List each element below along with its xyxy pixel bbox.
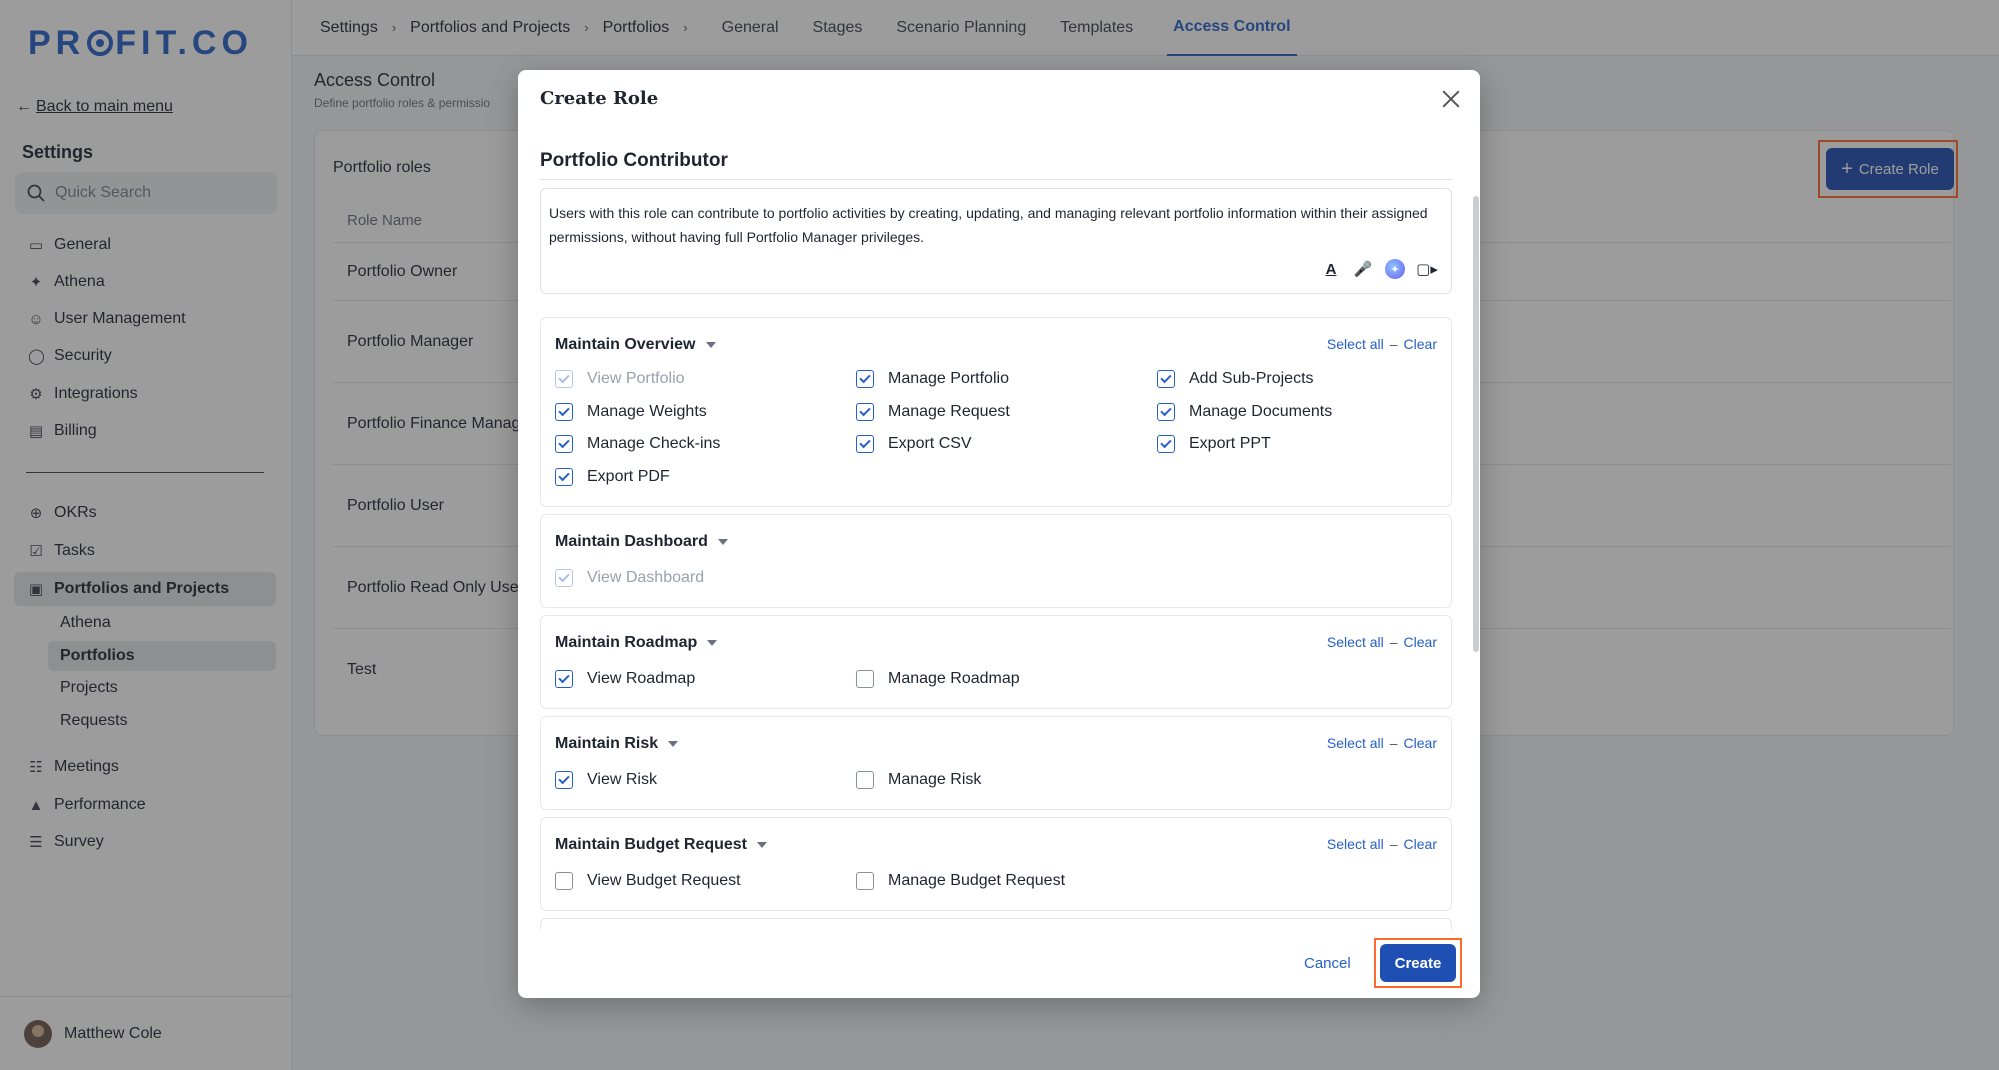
cancel-button[interactable]: Cancel — [1294, 944, 1361, 982]
checkbox — [555, 569, 573, 587]
permission-checkbox[interactable]: Manage Weights — [555, 403, 707, 421]
checkbox — [555, 370, 573, 388]
checkbox[interactable] — [555, 872, 573, 890]
select-all-link[interactable]: Select all — [1327, 634, 1384, 650]
select-all-link[interactable]: Select all — [1327, 336, 1384, 352]
create-role-dialog: Create Role Users with this role can con… — [518, 70, 1480, 998]
permission-checkbox[interactable]: View Budget Request — [555, 872, 741, 890]
section-maintain-overview: Maintain Overview Select all – Clear View … — [540, 317, 1452, 507]
caret-down-icon — [707, 640, 718, 646]
clear-link[interactable]: Clear — [1404, 735, 1437, 751]
permission-checkbox[interactable]: Manage Roadmap — [856, 670, 1020, 688]
section-next-partial — [540, 918, 1452, 930]
role-description-field[interactable]: Users with this role can contribute to p… — [540, 188, 1452, 294]
create-button[interactable]: Create — [1380, 944, 1456, 982]
permission-checkbox[interactable]: Manage Check-ins — [555, 435, 720, 453]
section-maintain-budget-request: Maintain Budget Request Select all – Clear… — [540, 817, 1452, 911]
checkbox[interactable] — [856, 670, 874, 688]
checkbox[interactable] — [555, 670, 573, 688]
permission-checkbox[interactable]: Manage Request — [856, 403, 1010, 421]
checkbox[interactable] — [856, 872, 874, 890]
dialog-footer: Cancel Create — [518, 930, 1480, 998]
permission-checkbox[interactable]: Manage Budget Request — [856, 872, 1065, 890]
checkbox[interactable] — [856, 435, 874, 453]
permission-checkbox[interactable]: Add Sub-Projects — [1157, 370, 1314, 388]
section-header[interactable]: Maintain Dashboard — [555, 533, 728, 551]
permission-checkbox[interactable]: View Roadmap — [555, 670, 695, 688]
permission-checkbox[interactable]: Export CSV — [856, 435, 972, 453]
ai-assistant-icon[interactable]: ✦ — [1385, 259, 1405, 279]
section-header[interactable]: Maintain Roadmap — [555, 634, 718, 652]
description-toolbar: A 🎤 ✦ ▢▸ — [1321, 259, 1438, 279]
dialog-title: Create Role — [540, 88, 659, 109]
permission-checkbox[interactable]: Manage Portfolio — [856, 370, 1009, 388]
dialog-scrollbar[interactable] — [1473, 196, 1479, 652]
section-maintain-risk: Maintain Risk Select all – Clear View Risk… — [540, 716, 1452, 810]
role-name-field[interactable] — [540, 142, 1452, 180]
permission-checkbox[interactable]: Manage Risk — [856, 771, 981, 789]
checkbox[interactable] — [555, 435, 573, 453]
section-header[interactable]: Maintain Budget Request — [555, 836, 768, 854]
bulk-selection-links: Select all – Clear — [1326, 735, 1437, 751]
permission-checkbox[interactable]: Manage Documents — [1157, 403, 1332, 421]
permission-checkbox[interactable]: View Risk — [555, 771, 657, 789]
role-description-text: Users with this role can contribute to p… — [549, 205, 1428, 245]
select-all-link[interactable]: Select all — [1327, 836, 1384, 852]
caret-down-icon — [717, 539, 728, 545]
checkbox[interactable] — [856, 370, 874, 388]
section-header[interactable]: Maintain Overview — [555, 336, 716, 354]
select-all-link[interactable]: Select all — [1327, 735, 1384, 751]
checkbox[interactable] — [856, 403, 874, 421]
checkbox[interactable] — [1157, 403, 1175, 421]
permission-checkbox[interactable]: Export PPT — [1157, 435, 1271, 453]
permission-checkbox: View Portfolio — [555, 370, 685, 388]
caret-down-icon — [705, 342, 716, 348]
caret-down-icon — [668, 741, 679, 747]
checkbox[interactable] — [1157, 435, 1175, 453]
video-icon[interactable]: ▢▸ — [1416, 259, 1438, 279]
bulk-selection-links: Select all – Clear — [1326, 836, 1437, 852]
section-header[interactable]: Maintain Risk — [555, 735, 679, 753]
microphone-icon[interactable]: 🎤 — [1353, 259, 1373, 279]
checkbox[interactable] — [856, 771, 874, 789]
create-button-highlight: Create — [1374, 938, 1462, 988]
text-format-icon[interactable]: A — [1321, 259, 1341, 279]
checkbox[interactable] — [555, 771, 573, 789]
permission-checkbox: View Dashboard — [555, 569, 704, 587]
checkbox[interactable] — [555, 403, 573, 421]
dialog-body[interactable]: Users with this role can contribute to p… — [518, 130, 1480, 930]
section-maintain-roadmap: Maintain Roadmap Select all – Clear View R… — [540, 615, 1452, 709]
caret-down-icon — [757, 842, 768, 848]
checkbox[interactable] — [555, 468, 573, 486]
bulk-selection-links: Select all – Clear — [1326, 634, 1437, 650]
checkbox[interactable] — [1157, 370, 1175, 388]
clear-link[interactable]: Clear — [1404, 836, 1437, 852]
section-maintain-dashboard: Maintain Dashboard View Dashboard — [540, 514, 1452, 608]
clear-link[interactable]: Clear — [1404, 336, 1437, 352]
close-icon[interactable] — [1438, 86, 1464, 112]
permission-checkbox[interactable]: Export PDF — [555, 468, 670, 486]
clear-link[interactable]: Clear — [1404, 634, 1437, 650]
bulk-selection-links: Select all – Clear — [1326, 336, 1437, 352]
